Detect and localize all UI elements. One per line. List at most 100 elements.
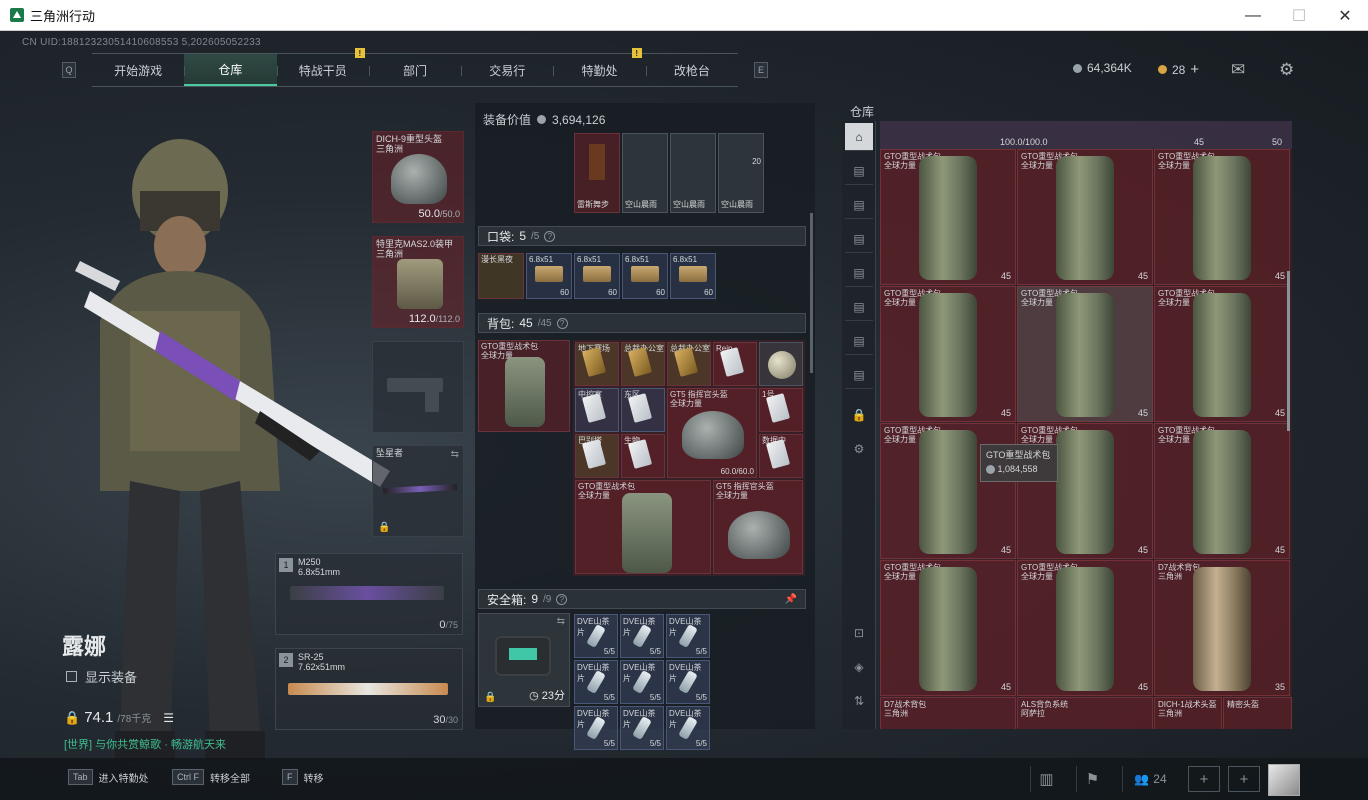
secondary-weapon-slot[interactable]: 2 SR-25 7.62x51mm 30/30 <box>275 648 463 730</box>
list-item[interactable]: 巴别塔 <box>575 434 619 478</box>
friends-button[interactable]: 👥 24 <box>1122 766 1178 792</box>
list-item[interactable]: 6.8x51 60 <box>622 253 668 299</box>
stats-icon[interactable]: ▥ <box>1030 766 1062 792</box>
list-item[interactable]: 空山晨雨 <box>670 133 716 213</box>
list-item[interactable]: 6.8x51 60 <box>670 253 716 299</box>
list-item[interactable]: DVE山茶片 5/5 <box>620 706 664 750</box>
warehouse-item[interactable]: GTO重型战术包 全球力量 45 <box>1154 423 1290 559</box>
warehouse-item[interactable]: GTO重型战术包 全球力量 45 <box>1017 149 1153 285</box>
tab-gunsmith[interactable]: 改枪台 <box>645 54 738 86</box>
list-item[interactable]: DVE山茶片 5/5 <box>666 614 710 658</box>
melee-slot[interactable]: 坠星者 ⇆ 🔒 <box>372 445 464 537</box>
nav-key-right[interactable]: E <box>754 62 768 78</box>
list-item[interactable]: DVE山茶片 5/5 <box>620 614 664 658</box>
swap-icon[interactable]: ⇆ <box>451 449 459 460</box>
list-item[interactable]: 6.8x51 60 <box>526 253 572 299</box>
flag-icon[interactable]: ⚑ <box>1076 766 1108 792</box>
transfer-all-button[interactable]: Ctrl F 转移全部 <box>172 769 250 785</box>
backpack-slot[interactable]: GTO重型战术包 全球力量 <box>478 340 570 432</box>
list-item[interactable]: DVE山茶片 5/5 <box>574 614 618 658</box>
list-item[interactable]: DVE山茶片 5/5 <box>620 660 664 704</box>
list-item[interactable]: Rein <box>713 342 757 386</box>
scrollbar[interactable] <box>1287 271 1290 431</box>
swap-icon[interactable]: ⇆ <box>557 616 565 627</box>
sort-icon[interactable]: ⇅ <box>845 687 873 715</box>
sidebar-item-2[interactable]: ▤ <box>845 191 873 219</box>
list-item[interactable]: DVE山茶片 5/5 <box>574 660 618 704</box>
help-icon[interactable]: ? <box>556 593 568 605</box>
warehouse-item[interactable]: ALS背负系统 阿萨拉 <box>1017 697 1153 729</box>
warehouse-item[interactable]: GTO重型战术包 全球力量 45 <box>1154 286 1290 422</box>
sidebar-item-1[interactable]: ▤ <box>845 157 873 185</box>
help-icon[interactable]: ? <box>556 317 568 329</box>
checkbox[interactable] <box>66 671 77 682</box>
list-icon[interactable]: ☰ <box>163 711 174 725</box>
helmet-slot[interactable]: DICH-9重型头盔 三角洲 50.0/50.0 <box>372 131 464 223</box>
sidebar-item-6[interactable]: ▤ <box>845 327 873 355</box>
warehouse-item[interactable]: GTO重型战术包 全球力量 45 <box>880 560 1016 696</box>
primary-weapon-slot[interactable]: 1 M250 6.8x51mm 0/75 <box>275 553 463 635</box>
layers-icon[interactable]: ◈ <box>845 653 873 681</box>
armor-slot[interactable]: 特里克MAS2.0装甲 三角洲 112.0/112.0 <box>372 236 464 328</box>
gear-icon[interactable]: ⚙ <box>1279 60 1294 80</box>
add-slot-button[interactable]: + <box>1188 766 1220 792</box>
nav-key-left[interactable]: Q <box>62 62 76 78</box>
sidebar-item-3[interactable]: ▤ <box>845 225 873 253</box>
list-item[interactable]: 生物 <box>621 434 665 478</box>
warehouse-item[interactable]: DICH-1战术头盔 三角洲 <box>1154 697 1222 729</box>
export-icon[interactable]: ⊡ <box>845 619 873 647</box>
scrollbar[interactable] <box>810 213 813 373</box>
warehouse-item[interactable]: GTO重型战术包 全球力量 45 <box>1154 149 1290 285</box>
pin-icon[interactable]: 📌 <box>785 594 797 605</box>
sidebar-item-7[interactable]: ▤ <box>845 361 873 389</box>
list-item[interactable]: 总裁办公室 <box>667 342 711 386</box>
transfer-button[interactable]: F 转移 <box>282 769 324 785</box>
list-item[interactable]: GTO重型战术包 全球力量 <box>575 480 711 574</box>
mail-icon[interactable]: ✉ <box>1231 60 1245 80</box>
list-item[interactable]: DVE山茶片 5/5 <box>666 706 710 750</box>
warehouse-item[interactable]: GTO重型战术包 全球力量 45 <box>880 286 1016 422</box>
list-item[interactable]: 雷斯舞步 <box>574 133 620 213</box>
gear-icon[interactable]: ⚙ <box>845 435 873 463</box>
list-item[interactable]: 空山晨雨 <box>622 133 668 213</box>
sidebar-item-5[interactable]: ▤ <box>845 293 873 321</box>
warehouse-item[interactable]: D7战术背包 三角洲 <box>880 697 1016 729</box>
minimize-button[interactable]: — <box>1230 0 1276 31</box>
list-item[interactable]: GT5 指挥官头盔 全球力量 <box>713 480 803 574</box>
list-item[interactable]: 东区 <box>621 388 665 432</box>
list-item[interactable]: 总裁办公室 <box>621 342 665 386</box>
safebox-slot[interactable]: ⇆ 🔒 ◷ 23分 <box>478 613 570 707</box>
enter-special-ops-button[interactable]: Tab 进入特勤处 <box>68 769 149 785</box>
help-icon[interactable]: ? <box>544 230 556 242</box>
list-item[interactable]: DVE山茶片 5/5 <box>574 706 618 750</box>
avatar[interactable] <box>1268 764 1300 796</box>
tab-operators[interactable]: 特战干员! <box>276 48 369 86</box>
list-item[interactable]: DVE山茶片 5/5 <box>666 660 710 704</box>
tab-trade[interactable]: 交易行 <box>461 54 553 86</box>
list-item[interactable]: 中控室 <box>575 388 619 432</box>
tab-warehouse[interactable]: 仓库 <box>184 54 277 86</box>
add-slot-button[interactable]: + <box>1228 766 1260 792</box>
tab-special-ops[interactable]: 特勤处! <box>553 48 645 86</box>
list-item[interactable]: GT5 指挥官头盔 全球力量 60.0/60.0 <box>667 388 757 478</box>
list-item[interactable]: 漫长黑夜 <box>478 253 524 299</box>
sidebar-item-all[interactable]: ⌂ <box>845 123 873 151</box>
tab-department[interactable]: 部门 <box>368 54 461 86</box>
list-item[interactable]: 6.8x51 60 <box>574 253 620 299</box>
add-currency-button[interactable]: + <box>1190 61 1199 78</box>
tab-start-game[interactable]: 开始游戏 <box>92 54 184 86</box>
chat-message[interactable]: [世界] 与你共赏鲸歌 · 畅游航天来 <box>64 736 226 752</box>
warehouse-item[interactable]: GTO重型战术包 全球力量 45 <box>880 149 1016 285</box>
warehouse-item[interactable]: 精密头盔 <box>1223 697 1292 729</box>
warehouse-item[interactable]: GTO重型战术包 全球力量 45 <box>1017 286 1153 422</box>
list-item[interactable]: 数据中 <box>759 434 803 478</box>
lock-icon[interactable]: 🔒 <box>845 401 873 429</box>
maximize-button[interactable]: ☐ <box>1276 0 1322 31</box>
list-item[interactable]: 地下赛场 <box>575 342 619 386</box>
sidebar-item-4[interactable]: ▤ <box>845 259 873 287</box>
close-button[interactable]: ✕ <box>1322 0 1368 31</box>
list-item[interactable]: 空山晨雨 20 <box>718 133 764 213</box>
show-equipment-toggle[interactable]: 显示装备 <box>66 667 137 686</box>
pistol-slot[interactable] <box>372 341 464 433</box>
warehouse-item[interactable]: D7战术背包 三角洲 35 <box>1154 560 1290 696</box>
